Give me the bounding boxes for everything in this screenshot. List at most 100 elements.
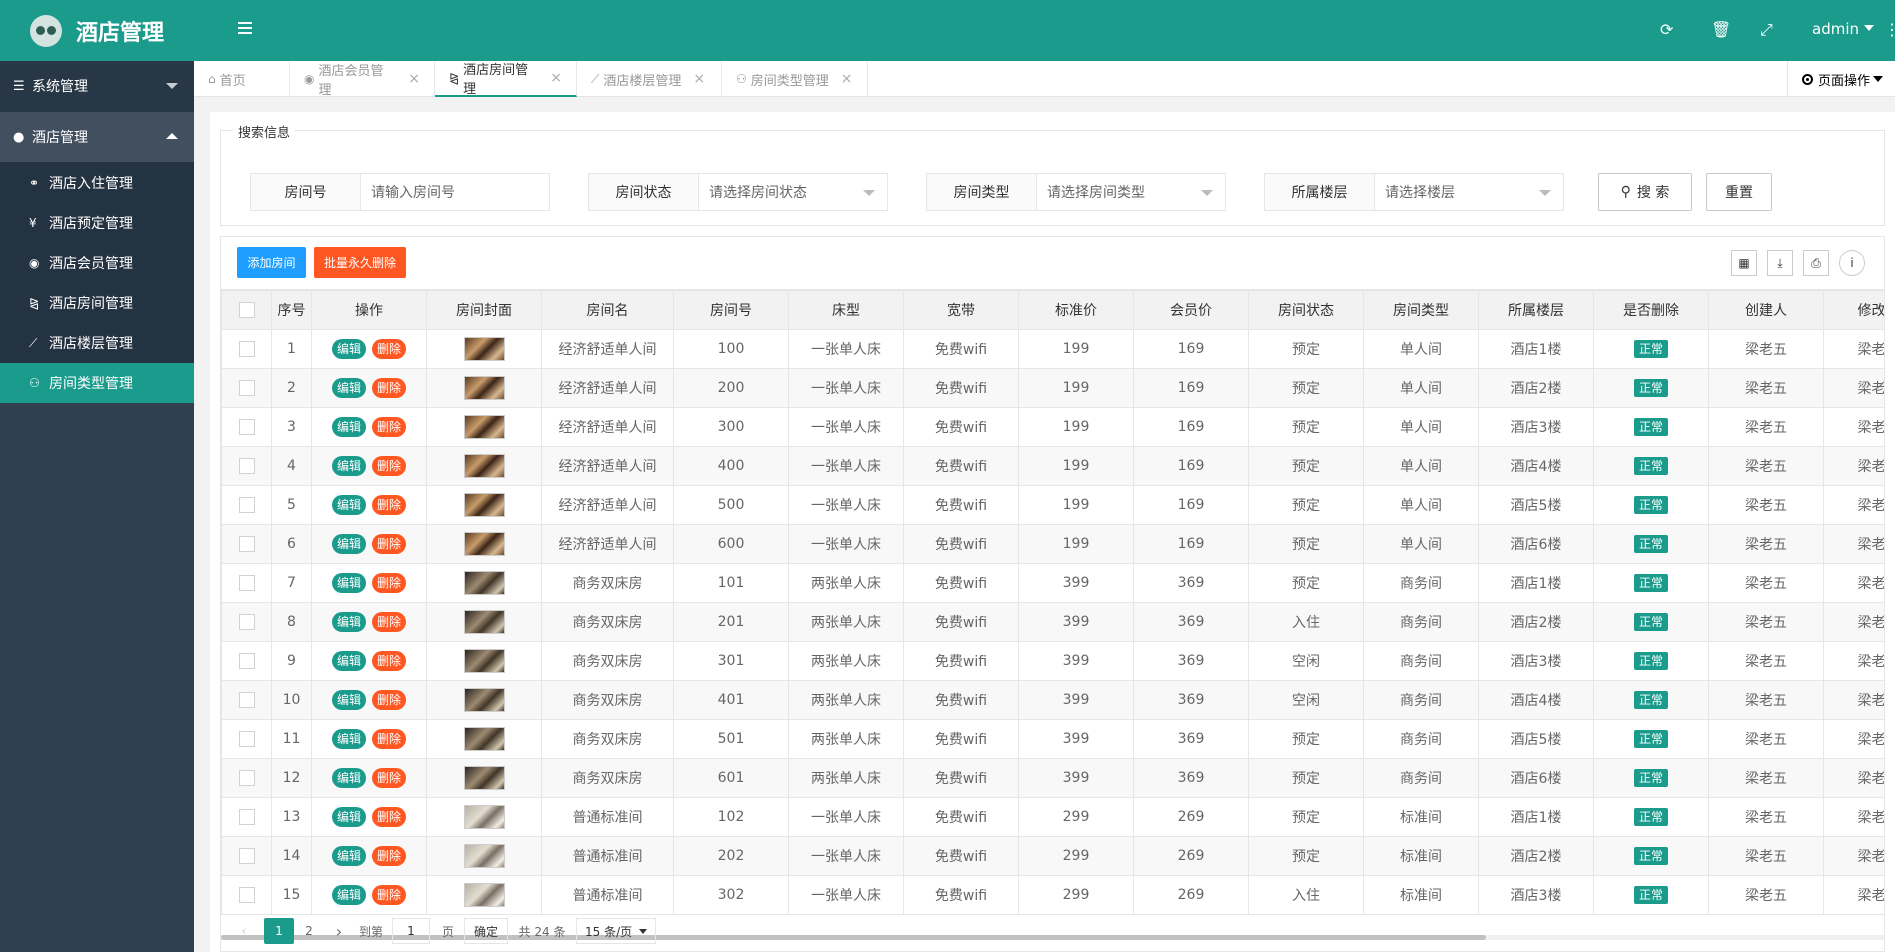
col-header[interactable]: 会员价 [1133, 290, 1249, 330]
col-header[interactable]: 标准价 [1018, 290, 1134, 330]
room-cover-image[interactable] [463, 883, 505, 907]
next-page-icon[interactable]: › [324, 918, 354, 944]
tab-room[interactable]: ⧎ 酒店房间管理 × [435, 61, 577, 97]
edit-button[interactable]: 编辑 [331, 846, 366, 866]
select-all-checkbox[interactable] [238, 302, 255, 318]
room-cover-image[interactable] [463, 571, 505, 595]
table-row[interactable]: 6 编辑 删除 经济舒适单人间 600 一张单人床 免费wifi 199 169 预定 单人间 酒店6… [221, 524, 1884, 564]
room-cover-image[interactable] [463, 649, 505, 673]
room-cover-image[interactable] [463, 844, 505, 868]
room-cover-image[interactable] [463, 805, 505, 829]
menu-toggle-icon[interactable] [238, 22, 252, 34]
goto-page-input[interactable]: 1 [392, 918, 430, 944]
room-status-select[interactable]: 请选择房间状态 [699, 174, 887, 210]
delete-button[interactable]: 删除 [372, 768, 407, 788]
room-cover-image[interactable] [463, 688, 505, 712]
export-icon[interactable]: ⤓ [1767, 250, 1793, 276]
room-cover-image[interactable] [463, 532, 505, 556]
sidebar-item-member[interactable]: ◉ 酒店会员管理 [0, 243, 194, 283]
page-button[interactable]: 2 [294, 918, 324, 944]
room-cover-image[interactable] [463, 454, 505, 478]
close-icon[interactable]: × [408, 71, 420, 87]
row-checkbox[interactable] [238, 692, 255, 708]
row-checkbox[interactable] [238, 731, 255, 747]
room-cover-image[interactable] [463, 766, 505, 790]
col-header[interactable]: 是否删除 [1593, 290, 1709, 330]
row-checkbox[interactable] [238, 653, 255, 669]
delete-button[interactable]: 删除 [372, 573, 407, 593]
add-room-button[interactable]: 添加房间 [237, 247, 306, 278]
col-header[interactable]: 房间封面 [426, 290, 542, 330]
tab-floor[interactable]: ⟋ 酒店楼层管理 × [577, 61, 722, 97]
close-icon[interactable]: × [841, 71, 853, 87]
print-icon[interactable]: ⎙ [1803, 250, 1829, 276]
col-header[interactable]: 房间状态 [1248, 290, 1364, 330]
tab-home[interactable]: ⌂ 首页 [194, 61, 290, 97]
delete-button[interactable]: 删除 [372, 417, 407, 437]
info-icon[interactable]: i [1839, 250, 1865, 276]
tab-room-type[interactable]: ⚇ 房间类型管理 × [722, 61, 868, 97]
user-menu[interactable]: admin [1812, 20, 1874, 38]
goto-confirm-button[interactable]: 确定 [464, 918, 508, 944]
row-checkbox[interactable] [238, 848, 255, 864]
delete-button[interactable]: 删除 [372, 690, 407, 710]
close-icon[interactable]: × [693, 71, 705, 87]
sidebar-item-floor[interactable]: ⟋ 酒店楼层管理 [0, 323, 194, 363]
edit-button[interactable]: 编辑 [331, 651, 366, 671]
table-row[interactable]: 14 编辑 删除 普通标准间 202 一张单人床 免费wifi 299 269 预定 标准间 酒店2楼… [221, 836, 1884, 876]
prev-page-icon[interactable]: ‹ [234, 918, 254, 944]
row-checkbox[interactable] [238, 497, 255, 513]
row-checkbox[interactable] [238, 536, 255, 552]
batch-delete-button[interactable]: 批量永久删除 [314, 247, 406, 278]
row-checkbox[interactable] [238, 341, 255, 357]
row-checkbox[interactable] [238, 458, 255, 474]
logo[interactable]: 酒店管理 [0, 0, 194, 61]
room-cover-image[interactable] [463, 493, 505, 517]
row-checkbox[interactable] [238, 887, 255, 903]
table-row[interactable]: 1 编辑 删除 经济舒适单人间 100 一张单人床 免费wifi 199 169 预定 单人间 酒店1… [221, 329, 1884, 369]
col-header[interactable]: 序号 [271, 290, 312, 330]
edit-button[interactable]: 编辑 [331, 339, 366, 359]
nav-group-hotel[interactable]: ● 酒店管理 [0, 112, 194, 163]
delete-button[interactable]: 删除 [372, 534, 407, 554]
room-cover-image[interactable] [463, 610, 505, 634]
delete-button[interactable]: 删除 [372, 378, 407, 398]
col-header[interactable]: 操作 [311, 290, 427, 330]
edit-button[interactable]: 编辑 [331, 573, 366, 593]
sidebar-item-booking[interactable]: ¥ 酒店预定管理 [0, 203, 194, 243]
edit-button[interactable]: 编辑 [331, 690, 366, 710]
edit-button[interactable]: 编辑 [331, 534, 366, 554]
row-checkbox[interactable] [238, 575, 255, 591]
col-header[interactable]: 床型 [788, 290, 904, 330]
col-header[interactable]: 房间名 [541, 290, 674, 330]
delete-button[interactable]: 删除 [372, 651, 407, 671]
row-checkbox[interactable] [238, 614, 255, 630]
delete-button[interactable]: 删除 [372, 612, 407, 632]
columns-icon[interactable]: ▦ [1731, 250, 1757, 276]
table-row[interactable]: 7 编辑 删除 商务双床房 101 两张单人床 免费wifi 399 369 预定 商务间 酒店1楼 正… [221, 563, 1884, 603]
edit-button[interactable]: 编辑 [331, 885, 366, 905]
room-cover-image[interactable] [463, 376, 505, 400]
table-row[interactable]: 8 编辑 删除 商务双床房 201 两张单人床 免费wifi 399 369 入住 商务间 酒店2楼 正… [221, 602, 1884, 642]
row-checkbox[interactable] [238, 380, 255, 396]
table-row[interactable]: 12 编辑 删除 商务双床房 601 两张单人床 免费wifi 399 369 预定 商务间 酒店6楼… [221, 758, 1884, 798]
table-row[interactable]: 15 编辑 删除 普通标准间 302 一张单人床 免费wifi 299 269 入住 标准间 酒店3楼… [221, 875, 1884, 915]
search-button[interactable]: ⚲ 搜 索 [1598, 173, 1692, 211]
sidebar-item-room-type[interactable]: ⚇ 房间类型管理 [0, 363, 194, 403]
room-type-select[interactable]: 请选择房间类型 [1037, 174, 1225, 210]
row-checkbox[interactable] [238, 770, 255, 786]
col-header[interactable]: 宽带 [903, 290, 1019, 330]
edit-button[interactable]: 编辑 [331, 417, 366, 437]
sidebar-item-checkin[interactable]: ⚭ 酒店入住管理 [0, 163, 194, 203]
edit-button[interactable]: 编辑 [331, 612, 366, 632]
edit-button[interactable]: 编辑 [331, 456, 366, 476]
room-cover-image[interactable] [463, 415, 505, 439]
room-cover-image[interactable] [463, 727, 505, 751]
table-row[interactable]: 13 编辑 删除 普通标准间 102 一张单人床 免费wifi 299 269 预定 标准间 酒店1楼… [221, 797, 1884, 837]
edit-button[interactable]: 编辑 [331, 807, 366, 827]
fullscreen-icon[interactable]: ⤢ [1760, 20, 1773, 40]
tab-member[interactable]: ◉ 酒店会员管理 × [290, 61, 435, 98]
nav-group-system[interactable]: ☰ 系统管理 [0, 61, 194, 112]
page-size-select[interactable]: 15 条/页 [576, 918, 656, 944]
delete-button[interactable]: 删除 [372, 495, 407, 515]
